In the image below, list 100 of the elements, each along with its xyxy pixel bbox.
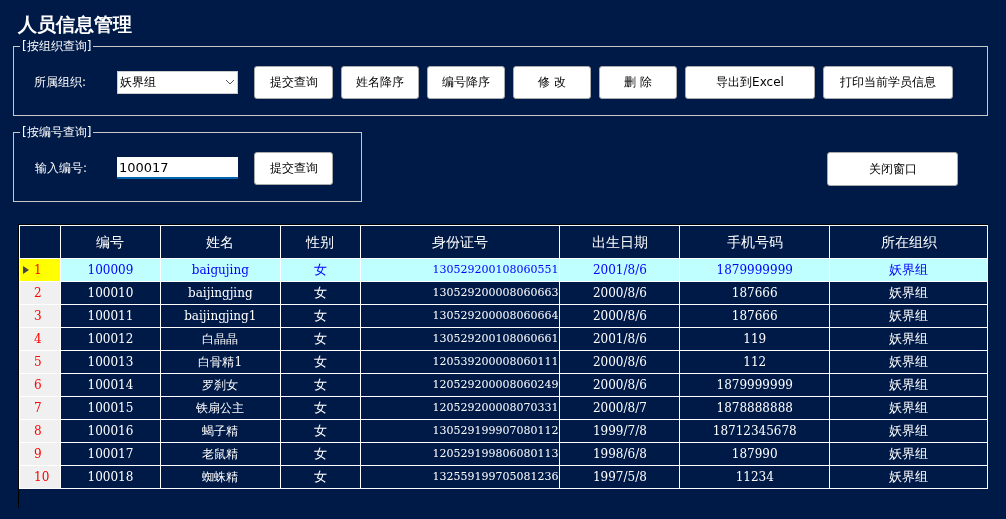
submit-query-button[interactable]: 提交查询 bbox=[254, 151, 333, 185]
table-cell: 2001/8/6 bbox=[559, 258, 680, 282]
table-cell: 1998/6/8 bbox=[559, 442, 680, 466]
row-number: 1 bbox=[34, 262, 42, 279]
table-cell: 2000/8/6 bbox=[559, 281, 680, 305]
table-cell: 130529200008060664 bbox=[360, 304, 560, 328]
row-number: 10 bbox=[34, 469, 50, 486]
edit-button[interactable]: 修 改 bbox=[513, 65, 591, 99]
table-cell: 1879999999 bbox=[679, 258, 830, 282]
table-cell: 白骨精1 bbox=[160, 350, 281, 374]
table-cell: 罗刹女 bbox=[160, 373, 281, 397]
table-cell: 130529199907080112 bbox=[360, 419, 560, 443]
table-cell: 女 bbox=[280, 281, 361, 305]
table-cell: 18712345678 bbox=[679, 419, 830, 443]
close-window-button[interactable]: 关闭窗口 bbox=[827, 152, 958, 186]
submit-query-button[interactable]: 提交查询 bbox=[254, 65, 333, 99]
row-header[interactable]: 6 bbox=[19, 373, 61, 397]
table-cell: 100013 bbox=[60, 350, 161, 374]
table-cell: 2000/8/6 bbox=[559, 304, 680, 328]
table-cell: 120529199806080113 bbox=[360, 442, 560, 466]
table-cell: 女 bbox=[280, 350, 361, 374]
table-cell: baijingjing bbox=[160, 281, 281, 305]
table-cell: 1878888888 bbox=[679, 396, 830, 420]
table-cell: 妖界组 bbox=[829, 327, 988, 351]
table-cell: 铁扇公主 bbox=[160, 396, 281, 420]
column-header[interactable]: 身份证号 bbox=[360, 225, 560, 259]
row-header[interactable]: 1 bbox=[19, 258, 61, 282]
table-cell: 187990 bbox=[679, 442, 830, 466]
table-cell: 100017 bbox=[60, 442, 161, 466]
table-cell: 老鼠精 bbox=[160, 442, 281, 466]
table-cell: 妖界组 bbox=[829, 373, 988, 397]
table-cell: 187666 bbox=[679, 304, 830, 328]
row-header[interactable]: 9 bbox=[19, 442, 61, 466]
row-number: 4 bbox=[34, 331, 42, 348]
current-row-icon bbox=[22, 265, 30, 275]
column-header[interactable]: 手机号码 bbox=[679, 225, 830, 259]
organization-dropdown[interactable]: 妖界组 bbox=[117, 70, 238, 94]
table-cell: 2000/8/6 bbox=[559, 350, 680, 374]
table-cell: 蜘蛛精 bbox=[160, 465, 281, 489]
table-cell: 130529200108060661 bbox=[360, 327, 560, 351]
field-label: 输入编号: bbox=[35, 160, 89, 177]
table-cell: 119 bbox=[679, 327, 830, 351]
table-cell: 187666 bbox=[679, 281, 830, 305]
table-cell: 130529200008060663 bbox=[360, 281, 560, 305]
table-cell: 1879999999 bbox=[679, 373, 830, 397]
table-cell: 120539200008060111 bbox=[360, 350, 560, 374]
table-cell: 100010 bbox=[60, 281, 161, 305]
table-cell: 女 bbox=[280, 373, 361, 397]
table-cell: baigujing bbox=[160, 258, 281, 282]
table-cell: 120529200008060249 bbox=[360, 373, 560, 397]
table-cell: 112 bbox=[679, 350, 830, 374]
row-header[interactable]: 7 bbox=[19, 396, 61, 420]
table-cell: 妖界组 bbox=[829, 258, 988, 282]
delete-button[interactable]: 删 除 bbox=[599, 65, 677, 99]
table-cell: 11234 bbox=[679, 465, 830, 489]
table-cell: 女 bbox=[280, 442, 361, 466]
table-cell: 妖界组 bbox=[829, 281, 988, 305]
table-cell: 2000/8/7 bbox=[559, 396, 680, 420]
column-header[interactable]: 性别 bbox=[280, 225, 361, 259]
table-cell: 1997/5/8 bbox=[559, 465, 680, 489]
row-header[interactable]: 4 bbox=[19, 327, 61, 351]
table-cell: 2001/8/6 bbox=[559, 327, 680, 351]
column-header[interactable]: 所在组织 bbox=[829, 225, 988, 259]
table-cell: 130529200108060551 bbox=[360, 258, 560, 282]
chevron-down-icon bbox=[225, 79, 235, 85]
print-button[interactable]: 打印当前学员信息 bbox=[823, 65, 953, 99]
table-cell: 100011 bbox=[60, 304, 161, 328]
window-title: 人员信息管理 bbox=[18, 13, 132, 35]
row-header[interactable]: 2 bbox=[19, 281, 61, 305]
table-cell: 120529200008070331 bbox=[360, 396, 560, 420]
table-cell: 白晶晶 bbox=[160, 327, 281, 351]
row-header[interactable]: 10 bbox=[19, 465, 61, 489]
id-input-field[interactable]: 100017 bbox=[117, 157, 238, 179]
table-cell: 100012 bbox=[60, 327, 161, 351]
row-header[interactable]: 5 bbox=[19, 350, 61, 374]
row-number: 6 bbox=[34, 377, 42, 394]
export-excel-button[interactable]: 导出到Excel bbox=[685, 65, 815, 99]
table-cell: 妖界组 bbox=[829, 396, 988, 420]
sort-by-name-button[interactable]: 姓名降序 bbox=[341, 65, 419, 99]
table-cell: baijingjing1 bbox=[160, 304, 281, 328]
table-cell: 100015 bbox=[60, 396, 161, 420]
table-cell: 妖界组 bbox=[829, 442, 988, 466]
table-cell: 女 bbox=[280, 419, 361, 443]
field-label: 所属组织: bbox=[34, 74, 88, 91]
table-cell: 女 bbox=[280, 465, 361, 489]
column-header[interactable]: 姓名 bbox=[160, 225, 281, 259]
row-number: 5 bbox=[34, 354, 42, 371]
table-cell: 妖界组 bbox=[829, 350, 988, 374]
row-number: 9 bbox=[34, 446, 42, 463]
group-legend: [按编号查询] bbox=[20, 124, 94, 140]
table-cell: 132559199705081236 bbox=[360, 465, 560, 489]
sort-by-id-button[interactable]: 编号降序 bbox=[427, 65, 505, 99]
column-header[interactable]: 编号 bbox=[60, 225, 161, 259]
column-header[interactable]: 出生日期 bbox=[559, 225, 680, 259]
table-cell: 妖界组 bbox=[829, 419, 988, 443]
row-number: 8 bbox=[34, 423, 42, 440]
row-header[interactable]: 3 bbox=[19, 304, 61, 328]
group-legend: [按组织查询] bbox=[20, 38, 94, 54]
row-header[interactable]: 8 bbox=[19, 419, 61, 443]
row-number: 3 bbox=[34, 308, 42, 325]
